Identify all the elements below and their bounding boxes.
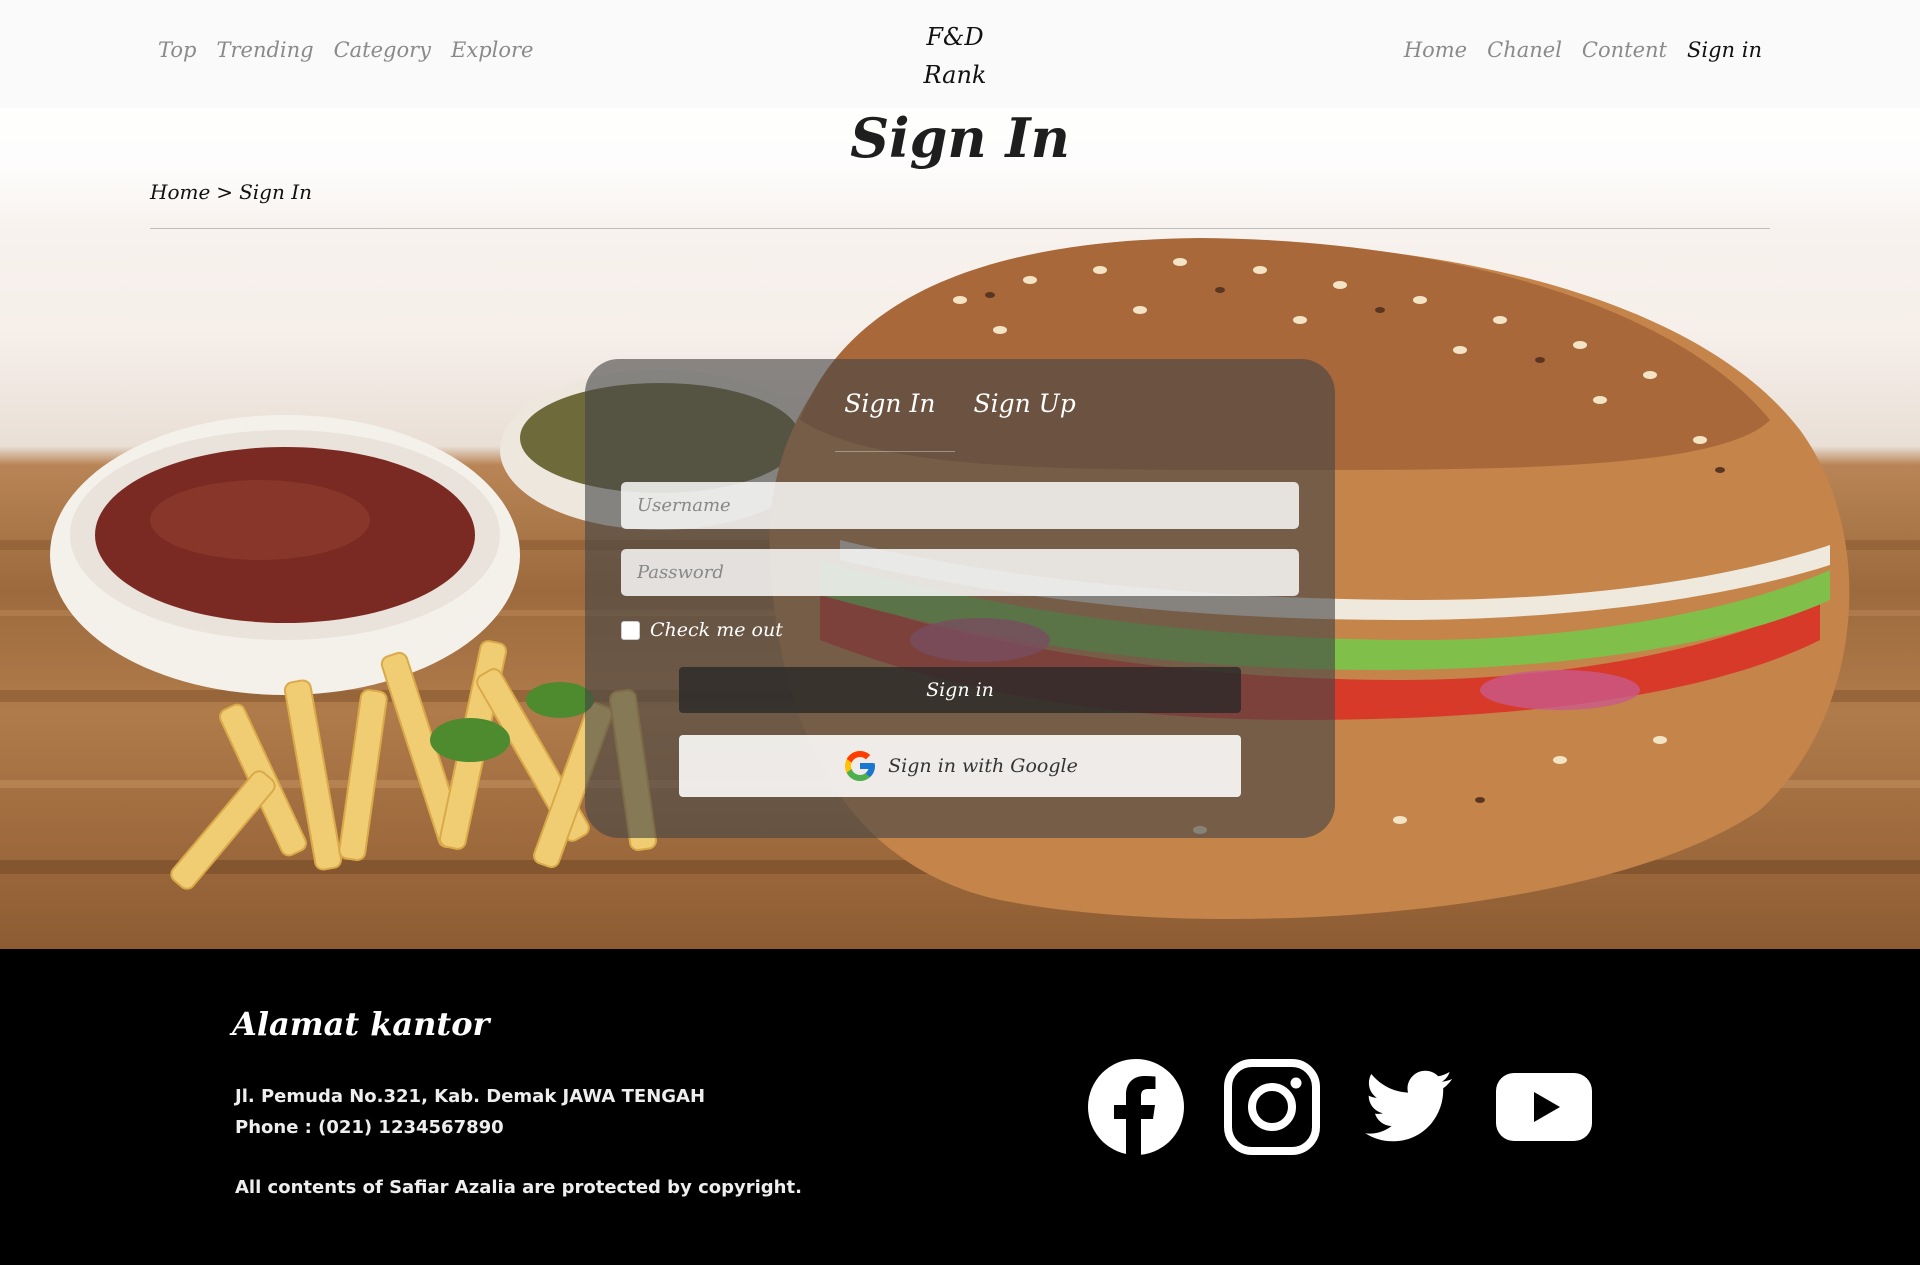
facebook-icon[interactable] [1088, 1059, 1184, 1155]
google-sign-in-button[interactable]: Sign in with Google [679, 735, 1241, 797]
nav-link-home[interactable]: Home [1404, 38, 1467, 62]
breadcrumb: Home > Sign In [150, 180, 312, 204]
top-navigation-bar: Top Trending Category Explore F&D Rank H… [0, 0, 1920, 108]
auth-tabs: Sign In Sign Up [585, 389, 1335, 418]
nav-left-group: Top Trending Category Explore [158, 38, 534, 62]
page-title: Sign In [850, 106, 1070, 170]
google-icon [845, 751, 876, 781]
nav-link-category[interactable]: Category [334, 38, 431, 62]
nav-link-content[interactable]: Content [1582, 38, 1667, 62]
username-input[interactable] [621, 482, 1299, 529]
breadcrumb-separator: > [216, 180, 234, 204]
nav-right-group: Home Chanel Content Sign in [1404, 38, 1762, 62]
google-button-label: Sign in with Google [888, 755, 1078, 777]
footer-phone: Phone : (021) 1234567890 [235, 1117, 504, 1138]
remember-row: Check me out [621, 619, 783, 641]
remember-checkbox[interactable] [621, 620, 640, 640]
nav-link-sign-in[interactable]: Sign in [1687, 38, 1762, 62]
tab-sign-up[interactable]: Sign Up [973, 389, 1075, 418]
tab-divider [835, 451, 955, 452]
password-input[interactable] [621, 549, 1299, 596]
nav-link-explore[interactable]: Explore [451, 38, 533, 62]
brand-line-2: Rank [923, 61, 987, 89]
youtube-icon[interactable] [1496, 1059, 1592, 1155]
sign-in-button[interactable]: Sign in [679, 667, 1241, 713]
brand-line-1: F&D [926, 23, 984, 51]
breadcrumb-current: Sign In [239, 180, 312, 204]
footer-copyright: All contents of Safiar Azalia are protec… [235, 1177, 802, 1198]
header-divider [150, 228, 1770, 229]
instagram-icon[interactable] [1224, 1059, 1320, 1155]
remember-label: Check me out [650, 619, 783, 641]
social-links [1088, 1059, 1592, 1155]
nav-link-chanel[interactable]: Chanel [1487, 38, 1562, 62]
brand-logo[interactable]: F&D Rank [900, 18, 1010, 94]
site-footer: Alamat kantor Jl. Pemuda No.321, Kab. De… [0, 949, 1920, 1265]
sign-in-card: Sign In Sign Up Check me out Sign in Sig… [585, 359, 1335, 838]
nav-link-trending[interactable]: Trending [216, 38, 313, 62]
nav-link-top[interactable]: Top [158, 38, 196, 62]
twitter-icon[interactable] [1360, 1059, 1456, 1155]
tab-sign-in[interactable]: Sign In [844, 389, 935, 418]
breadcrumb-home-link[interactable]: Home [150, 180, 210, 204]
footer-address: Jl. Pemuda No.321, Kab. Demak JAWA TENGA… [235, 1086, 706, 1107]
footer-heading: Alamat kantor [232, 1005, 490, 1043]
